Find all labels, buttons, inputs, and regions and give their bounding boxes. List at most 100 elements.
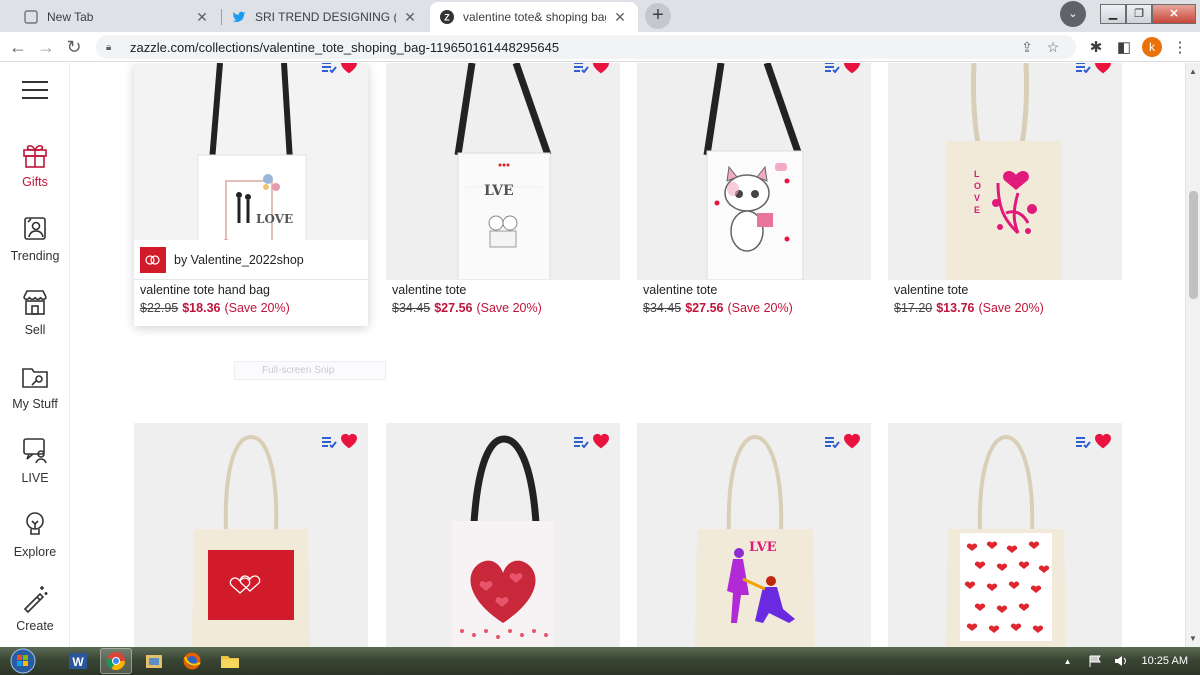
add-to-list-icon[interactable] [1075, 63, 1091, 78]
add-to-list-icon[interactable] [824, 435, 840, 453]
seller-logo [140, 246, 166, 273]
add-to-list-icon[interactable] [573, 63, 589, 78]
new-tab-icon [24, 10, 38, 24]
svg-text:Z: Z [444, 13, 450, 23]
volume-icon[interactable] [1114, 655, 1128, 667]
rail-item-gifts[interactable]: Gifts [0, 139, 70, 189]
browser-tab[interactable]: New Tab ✕ [14, 2, 220, 32]
product-image[interactable]: LVE [637, 423, 871, 647]
heart-icon[interactable] [843, 63, 861, 79]
product-card[interactable]: LVE [637, 423, 871, 647]
zazzle-icon: Z [440, 10, 454, 24]
close-tab-icon[interactable]: ✕ [612, 9, 628, 25]
browser-tab-active[interactable]: Z valentine tote& shoping bag ✕ [430, 2, 638, 32]
word-taskbar-icon[interactable]: W [62, 648, 94, 674]
close-tab-icon[interactable]: ✕ [402, 9, 418, 25]
product-card[interactable]: LOVE by Valentine_2022shop valentine tot… [134, 63, 368, 326]
product-image[interactable]: L O V E [888, 63, 1122, 280]
product-card[interactable] [134, 423, 368, 647]
product-image[interactable] [637, 63, 871, 280]
rail-item-explore[interactable]: Explore [0, 509, 70, 559]
browser-menu-icon[interactable]: ⋮ [1166, 38, 1194, 56]
chrome-taskbar-icon[interactable] [100, 648, 132, 674]
file-explorer-taskbar-icon[interactable] [138, 648, 170, 674]
tab-title: SRI TREND DESIGNING (@designi [255, 10, 396, 24]
card-actions [1075, 433, 1112, 454]
minimize-icon[interactable]: ▁ [1100, 4, 1126, 24]
add-to-list-icon[interactable] [824, 63, 840, 78]
magic-wand-icon [20, 583, 50, 614]
close-tab-icon[interactable]: ✕ [194, 9, 210, 25]
product-grid: LOVE by Valentine_2022shop valentine tot… [70, 63, 1185, 647]
heart-icon[interactable] [340, 63, 358, 79]
heart-icon[interactable] [592, 63, 610, 79]
product-name[interactable]: valentine tote [894, 283, 1122, 297]
product-caption: valentine tote $34.45 $27.56 (Save 20%) [386, 283, 620, 315]
close-window-icon[interactable]: ✕ [1152, 4, 1196, 24]
heart-icon[interactable] [1094, 63, 1112, 79]
product-card[interactable]: valentine tote $34.45 $27.56 (Save 20%) [637, 63, 871, 326]
svg-text:O: O [974, 181, 981, 191]
heart-icon[interactable] [592, 433, 610, 454]
side-panel-icon[interactable]: ◧ [1110, 38, 1138, 56]
scroll-down-icon[interactable]: ▼ [1189, 634, 1197, 643]
profile-avatar[interactable]: k [1142, 37, 1162, 57]
firefox-taskbar-icon[interactable] [176, 648, 208, 674]
start-button-icon[interactable] [6, 647, 40, 675]
back-icon[interactable]: ← [4, 33, 32, 61]
add-to-list-icon[interactable] [1075, 435, 1091, 453]
product-image[interactable] [386, 423, 620, 647]
rail-item-sell[interactable]: Sell [0, 287, 70, 337]
extensions-icon[interactable]: ✱ [1082, 38, 1110, 56]
product-name[interactable]: valentine tote [392, 283, 620, 297]
scrollbar-thumb[interactable] [1189, 191, 1198, 299]
folder-taskbar-icon[interactable] [214, 648, 246, 674]
share-icon[interactable]: ⇪ [1014, 39, 1040, 56]
browser-tab[interactable]: SRI TREND DESIGNING (@designi ✕ [222, 2, 428, 32]
sale-price: $18.36 [182, 301, 221, 315]
hamburger-menu-icon[interactable] [22, 81, 48, 105]
action-center-flag-icon[interactable] [1088, 655, 1104, 667]
rail-item-my-stuff[interactable]: My Stuff [0, 361, 70, 411]
product-image[interactable] [888, 423, 1122, 647]
heart-icon[interactable] [1094, 433, 1112, 454]
add-to-list-icon[interactable] [321, 63, 337, 78]
rail-item-live[interactable]: LIVE [0, 435, 70, 485]
clock-time[interactable]: 10:25 AM [1142, 655, 1188, 667]
heart-icon[interactable] [340, 433, 358, 454]
seller-strip[interactable]: by Valentine_2022shop [134, 240, 368, 280]
seller-name[interactable]: by Valentine_2022shop [174, 253, 304, 267]
address-bar[interactable]: 🔒︎ zazzle.com/collections/valentine_tote… [96, 35, 1076, 59]
tab-search-icon[interactable]: ⌄ [1060, 1, 1086, 27]
page-scrollbar[interactable]: ▲ ▼ [1185, 63, 1200, 647]
product-card[interactable]: LVE valentine tote $34.45 $27.56 (Save 20%… [386, 63, 620, 326]
svg-text:LVE: LVE [484, 183, 514, 199]
add-to-list-icon[interactable] [321, 435, 337, 453]
product-image[interactable]: LVE [386, 63, 620, 280]
product-caption: valentine tote $34.45 $27.56 (Save 20%) [637, 283, 871, 315]
rail-label: Explore [13, 545, 57, 559]
product-card[interactable] [888, 423, 1122, 647]
product-name[interactable]: valentine tote [643, 283, 871, 297]
reload-icon[interactable]: ↻ [60, 33, 88, 61]
card-actions [824, 433, 861, 454]
product-price: $34.45 $27.56 (Save 20%) [643, 301, 871, 315]
rail-label: Trending [10, 249, 60, 263]
product-image[interactable] [134, 423, 368, 647]
scroll-up-icon[interactable]: ▲ [1189, 67, 1197, 76]
product-card[interactable] [386, 423, 620, 647]
restore-icon[interactable]: ❐ [1126, 4, 1152, 24]
rail-item-create[interactable]: Create [0, 583, 70, 633]
card-actions [321, 63, 358, 79]
rail-item-trending[interactable]: Trending [0, 213, 70, 263]
product-name[interactable]: valentine tote hand bag [140, 283, 368, 297]
show-hidden-icons-icon[interactable]: ▲ [1064, 657, 1072, 666]
bookmark-star-icon[interactable]: ☆ [1040, 39, 1066, 56]
system-tray: ▲ 10:25 AM [1064, 647, 1188, 675]
forward-icon[interactable]: → [32, 33, 60, 61]
svg-text:LOVE: LOVE [256, 212, 293, 226]
add-to-list-icon[interactable] [573, 435, 589, 453]
heart-icon[interactable] [843, 433, 861, 454]
product-card[interactable]: L O V E valentine tote $17.20 $13.76 (Save… [888, 63, 1122, 326]
new-tab-button[interactable]: + [645, 3, 671, 29]
